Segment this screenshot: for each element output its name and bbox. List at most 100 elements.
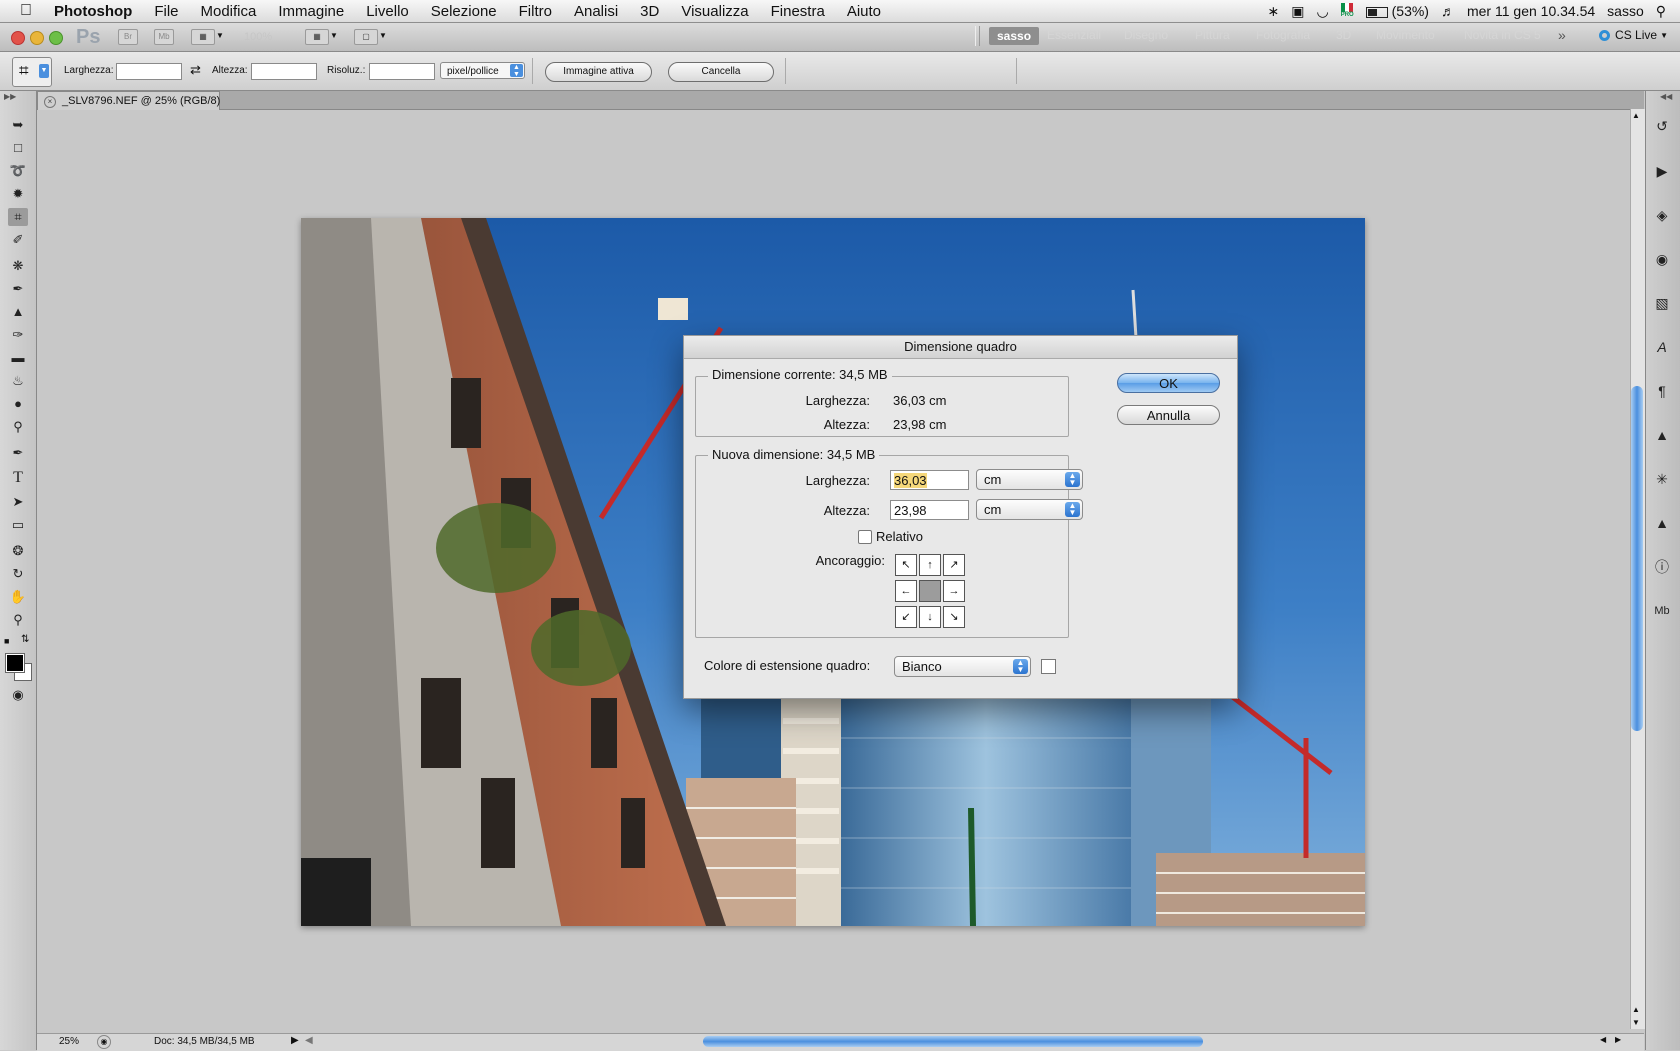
horizontal-scroll-thumb[interactable]: [703, 1036, 1203, 1047]
expand-dock-icon[interactable]: ◀◀: [1660, 92, 1672, 101]
channels-panel-icon[interactable]: ◉: [1652, 249, 1672, 269]
apple-menu-icon[interactable]: : [20, 2, 32, 20]
3d-orbit-tool-icon[interactable]: ↻: [8, 565, 28, 583]
navigator-panel-icon[interactable]: ✳: [1652, 469, 1672, 489]
scroll-left-icon[interactable]: ◀: [1600, 1035, 1606, 1044]
anchor-top-right[interactable]: ↗: [943, 554, 965, 576]
marquee-tool-icon[interactable]: □: [8, 139, 28, 157]
blur-tool-icon[interactable]: ●: [8, 395, 28, 413]
vertical-scroll-thumb[interactable]: [1631, 386, 1643, 731]
info-panel-icon[interactable]: ⓘ: [1652, 557, 1672, 577]
new-height-input[interactable]: 23,98: [890, 500, 969, 520]
scroll-left-icon[interactable]: ◀: [305, 1035, 313, 1046]
keyboard-flag-icon[interactable]: PRO: [1341, 3, 1354, 19]
quick-selection-tool-icon[interactable]: ✹: [8, 185, 28, 203]
arrange-chevron-icon[interactable]: ▼: [330, 31, 338, 40]
layers-panel-icon[interactable]: ◈: [1652, 205, 1672, 225]
workspace-3d[interactable]: 3D: [1336, 28, 1351, 42]
3d-rotate-tool-icon[interactable]: ❂: [8, 542, 28, 560]
resolution-input[interactable]: [369, 63, 435, 80]
path-selection-tool-icon[interactable]: ➤: [8, 493, 28, 511]
menu-selezione[interactable]: Selezione: [431, 3, 497, 20]
workspace-disegno[interactable]: Disegno: [1124, 28, 1168, 42]
eraser-tool-icon[interactable]: ▬: [8, 349, 28, 367]
character-panel-icon[interactable]: A: [1652, 337, 1672, 357]
collapse-toolbox-icon[interactable]: ▶▶: [4, 92, 16, 101]
tool-preset-picker[interactable]: ⌗ ▼: [12, 57, 52, 87]
user-name[interactable]: sasso: [1607, 3, 1644, 19]
wifi-icon[interactable]: ◡: [1317, 3, 1329, 20]
anchor-bottom[interactable]: ↓: [919, 606, 941, 628]
resolution-unit-select[interactable]: pixel/pollice ▲ ▼: [440, 62, 525, 79]
menu-livello[interactable]: Livello: [366, 3, 409, 20]
zoom-tool-icon[interactable]: ⚲: [8, 611, 28, 629]
menu-modifica[interactable]: Modifica: [201, 3, 257, 20]
height-unit-select[interactable]: cm ▲ ▼: [976, 499, 1083, 520]
volume-icon[interactable]: ♬: [1441, 3, 1455, 19]
default-colors-icon[interactable]: ■: [4, 636, 9, 646]
scroll-right-icon[interactable]: ▶: [1615, 1035, 1621, 1044]
foreground-color-swatch[interactable]: [5, 653, 25, 673]
window-minimize-button[interactable]: [30, 31, 44, 45]
workspace-sasso[interactable]: sasso: [989, 27, 1040, 45]
workspace-pittura[interactable]: Pittura: [1195, 28, 1230, 42]
clone-stamp-tool-icon[interactable]: ▲: [8, 303, 28, 321]
menu-3d[interactable]: 3D: [640, 3, 659, 20]
display-icon[interactable]: ▣: [1291, 3, 1304, 20]
histogram-panel-icon[interactable]: ▲: [1652, 513, 1672, 533]
workspace-essenziali[interactable]: Essenziali: [1047, 28, 1101, 42]
view-extras-chevron-icon[interactable]: ▼: [216, 31, 224, 40]
close-document-icon[interactable]: ×: [44, 96, 56, 108]
menu-analisi[interactable]: Analisi: [574, 3, 618, 20]
cs-live-button[interactable]: CS Live ▼: [1599, 28, 1668, 42]
workspace-movimento[interactable]: Movimento: [1376, 28, 1435, 42]
menu-immagine[interactable]: Immagine: [278, 3, 344, 20]
window-zoom-button[interactable]: [49, 31, 63, 45]
brush-tool-icon[interactable]: ✒: [8, 280, 28, 298]
swap-dimensions-icon[interactable]: ⇄: [190, 62, 201, 78]
clone-source-panel-icon[interactable]: ▲: [1652, 425, 1672, 445]
anchor-top-left[interactable]: ↖: [895, 554, 917, 576]
launch-mini-bridge-button[interactable]: Mb: [154, 29, 174, 45]
screen-mode-icon[interactable]: ▢: [354, 29, 378, 45]
status-menu-arrow-icon[interactable]: ▶: [291, 1035, 299, 1046]
pen-tool-icon[interactable]: ✒: [8, 444, 28, 462]
window-close-button[interactable]: [11, 31, 25, 45]
history-panel-icon[interactable]: ↺: [1652, 116, 1672, 136]
menu-file[interactable]: File: [154, 3, 178, 20]
front-image-button[interactable]: Immagine attiva: [545, 62, 652, 82]
cancel-button[interactable]: Annulla: [1117, 405, 1220, 425]
launch-bridge-button[interactable]: Br: [118, 29, 138, 45]
swap-colors-icon[interactable]: ⇅: [21, 634, 29, 645]
battery-status[interactable]: (53%): [1365, 3, 1429, 19]
arrange-documents-icon[interactable]: ▦: [305, 29, 329, 45]
dodge-tool-icon[interactable]: ⚲: [8, 418, 28, 436]
menu-filtro[interactable]: Filtro: [519, 3, 552, 20]
new-width-input[interactable]: 36,03: [890, 470, 969, 490]
ok-button[interactable]: OK: [1117, 373, 1220, 393]
bluetooth-icon[interactable]: ∗: [1268, 3, 1280, 20]
mini-bridge-panel-icon[interactable]: Mb: [1652, 601, 1672, 621]
relative-checkbox[interactable]: [858, 530, 872, 544]
workspace-novita[interactable]: Novità in CS 5: [1464, 28, 1541, 42]
lasso-tool-icon[interactable]: ➰: [8, 162, 28, 180]
anchor-top[interactable]: ↑: [919, 554, 941, 576]
spotlight-search-icon[interactable]: ⚲: [1656, 3, 1666, 20]
type-tool-icon[interactable]: T: [8, 469, 28, 487]
share-icon[interactable]: ◉: [97, 1035, 111, 1049]
quick-mask-icon[interactable]: ◉: [8, 686, 28, 704]
anchor-bottom-right[interactable]: ↘: [943, 606, 965, 628]
screen-mode-chevron-icon[interactable]: ▼: [379, 31, 387, 40]
height-input[interactable]: [251, 63, 317, 80]
menu-aiuto[interactable]: Aiuto: [847, 3, 881, 20]
paths-panel-icon[interactable]: ▧: [1652, 293, 1672, 313]
eyedropper-tool-icon[interactable]: ✐: [8, 231, 28, 249]
more-workspaces-icon[interactable]: »: [1558, 27, 1566, 43]
hand-tool-icon[interactable]: ✋: [8, 588, 28, 606]
document-tab[interactable]: × _SLV8796.NEF @ 25% (RGB/8): [37, 91, 220, 110]
clear-button[interactable]: Cancella: [668, 62, 774, 82]
width-input[interactable]: [116, 63, 182, 80]
crop-tool-icon[interactable]: ⌗: [8, 208, 28, 226]
menu-visualizza[interactable]: Visualizza: [681, 3, 748, 20]
extension-color-swatch[interactable]: [1041, 659, 1056, 674]
